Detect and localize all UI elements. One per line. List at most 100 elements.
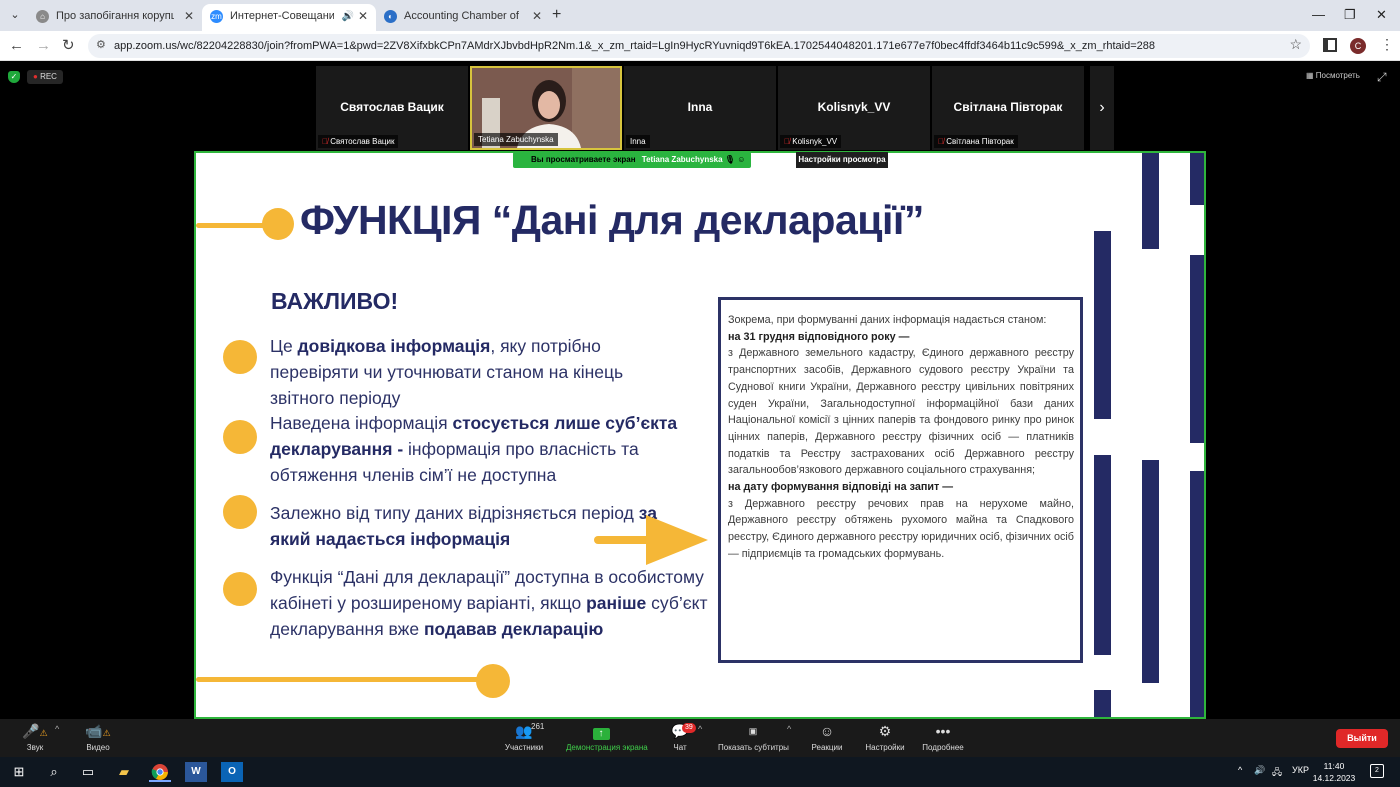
microphone-icon: 🎤 [22, 723, 40, 739]
tab-title: Accounting Chamber of Ukraine [404, 10, 522, 22]
video-label: Видео [86, 743, 110, 752]
participant-label: 🎙̸ Світлана Півторак [934, 135, 1018, 148]
browser-tab-strip: ⌄ ⌂ Про запобігання корупції | від ✕ zm … [0, 0, 1400, 31]
view-button[interactable]: ▦ Посмотреть [1306, 71, 1360, 80]
chat-options-caret-icon[interactable]: ^ [698, 724, 702, 734]
viewing-banner: Вы просматриваете экран Tetiana Zabuchyn… [513, 152, 752, 168]
decor-bar [1094, 690, 1111, 717]
audio-button[interactable]: 🎤⚠ Звук [0, 723, 70, 752]
browser-tab-zoom[interactable]: zm Интернет-Совещание Zoom 🔊 ✕ [202, 4, 376, 31]
site-settings-icon[interactable]: ⚙ [96, 38, 106, 51]
word-icon[interactable]: W [185, 762, 207, 782]
bullet-dot [223, 572, 257, 606]
notifications-icon[interactable]: 2 [1370, 764, 1384, 778]
task-view-icon[interactable]: ▭ [77, 762, 99, 782]
slide-important-heading: ВАЖЛИВО! [271, 288, 399, 314]
bullet-dot [223, 420, 257, 454]
video-button[interactable]: 📹⚠ Видео [63, 723, 133, 752]
close-window-icon[interactable]: ✕ [1376, 6, 1387, 24]
omnibox[interactable]: ⚙ app.zoom.us/wc/82204228830/join?fromPW… [88, 34, 1310, 58]
tab-close-icon[interactable]: ✕ [532, 4, 542, 29]
outlook-icon[interactable]: O [221, 762, 243, 782]
minimize-icon[interactable]: — [1312, 6, 1325, 24]
decor-bar [1094, 455, 1111, 655]
participant-name: Kolisnyk_VV [817, 100, 891, 114]
video-camera-icon: 📹 [85, 723, 103, 739]
network-icon[interactable]: 🖧 [1272, 765, 1282, 781]
smile-icon: ☺ [737, 155, 746, 164]
video-tile[interactable]: Світлана Півторак 🎙̸ Світлана Півторак [932, 66, 1084, 150]
reload-icon[interactable]: ↻ [62, 36, 75, 56]
speaker-icon[interactable]: 🔊 [342, 4, 354, 29]
video-tile[interactable]: Святослав Вацик 🎙̸ Святослав Вацик [316, 66, 468, 150]
clock[interactable]: 11:40 14.12.2023 [1312, 760, 1356, 784]
forward-icon[interactable]: → [36, 36, 51, 56]
back-icon[interactable]: ← [9, 36, 24, 56]
bookmark-star-icon[interactable]: ☆ [1289, 36, 1302, 53]
view-settings-button[interactable]: Настройки просмотра [796, 152, 888, 168]
rec-label: REC [40, 72, 57, 81]
info-paragraph: з Державного земельного кадастру, Єдиног… [728, 347, 1074, 477]
participant-label: Inna [626, 135, 650, 148]
mic-muted-icon: 🎙̸ [322, 137, 328, 146]
zoom-top-area: ✓ ● REC Святослав Вацик 🎙̸ Святослав Вац… [0, 62, 1400, 150]
chrome-icon[interactable] [149, 762, 171, 782]
chat-label: Чат [673, 743, 687, 752]
next-page-icon[interactable]: › [1090, 66, 1114, 150]
tab-close-icon[interactable]: ✕ [358, 4, 368, 29]
banner-text: Вы просматриваете экран [531, 155, 636, 164]
info-heading: на 31 грудня відповідного року — [728, 330, 910, 343]
windows-start-icon[interactable]: ⊞ [8, 762, 30, 782]
browser-tab-accounting[interactable]: ◐ Accounting Chamber of Ukraine ✕ [376, 4, 550, 31]
side-panel-icon[interactable] [1323, 38, 1337, 52]
browser-menu-icon[interactable]: ⋮ [1380, 36, 1394, 53]
right-arrow-icon [646, 515, 708, 565]
share-label: Демонстрация экрана [566, 743, 648, 752]
video-tile[interactable]: Inna Inna [624, 66, 776, 150]
warning-icon: ⚠ [39, 728, 48, 738]
more-button[interactable]: ••• Подробнее [908, 723, 978, 752]
new-tab-icon[interactable]: + [552, 6, 561, 24]
grid-icon: ▦ [1306, 71, 1316, 80]
address-bar-row: ← → ↻ ⚙ app.zoom.us/wc/82204228830/join?… [0, 31, 1400, 61]
captions-label: Показать субтитры [718, 743, 789, 752]
tab-close-icon[interactable]: ✕ [184, 4, 194, 29]
browser-tab-corruption[interactable]: ⌂ Про запобігання корупції | від ✕ [28, 4, 202, 31]
more-dots-icon: ••• [935, 723, 951, 739]
captions-options-caret-icon[interactable]: ^ [787, 724, 791, 734]
zoom-toolbar: 🎤⚠ Звук ^ 📹⚠ Видео 👥 261 Участники ↑ Дем… [0, 719, 1400, 757]
chat-button[interactable]: 💬 39 Чат [645, 723, 715, 752]
chat-icon: 💬 [671, 723, 689, 739]
audio-options-caret-icon[interactable]: ^ [55, 724, 59, 734]
profile-avatar[interactable]: C [1350, 38, 1366, 54]
captions-button[interactable]: ▣ Показать субтитры [718, 723, 789, 752]
video-tile[interactable]: Kolisnyk_VV 🎙̸ Kolisnyk_VV [778, 66, 930, 150]
volume-icon[interactable]: 🔊 [1254, 765, 1265, 776]
video-tile-active-speaker[interactable]: Tetiana Zabuchynska [470, 66, 622, 150]
windows-taskbar: ⊞ ⌕ ▭ ▰ W O ^ 🔊 🖧 УКР 11:40 14.12.2023 2 [0, 757, 1400, 787]
participants-button[interactable]: 👥 261 Участники [489, 722, 559, 752]
tray-overflow-icon[interactable]: ^ [1238, 765, 1242, 775]
tab-title: Про запобігання корупції | від [56, 10, 174, 22]
bullet-text: Це довідкова інформація, яку потрібно пе… [270, 336, 624, 408]
share-screen-button[interactable]: ↑ Демонстрация экрана [566, 723, 648, 752]
mic-icon: 🎙 [724, 155, 738, 164]
url-text: app.zoom.us/wc/82204228830/join?fromPWA=… [114, 40, 1155, 52]
fullscreen-icon[interactable]: ⤢ [1377, 70, 1387, 85]
language-indicator[interactable]: УКР [1292, 765, 1309, 775]
participant-name: Святослав Вацик [340, 100, 444, 114]
restore-icon[interactable]: ❐ [1344, 6, 1356, 24]
chat-badge: 39 [682, 723, 696, 733]
tab-search-chevron-icon[interactable]: ⌄ [6, 6, 24, 24]
mic-muted-icon: 🎙̸ [784, 137, 790, 146]
bullet-text: Наведена інформація стосується лише суб’… [270, 413, 678, 485]
participant-label: 🎙̸ Kolisnyk_VV [780, 135, 842, 148]
recording-badge: ● REC [27, 70, 63, 84]
file-explorer-icon[interactable]: ▰ [113, 762, 135, 782]
shield-icon[interactable]: ✓ [8, 71, 20, 83]
search-icon[interactable]: ⌕ [43, 762, 65, 782]
info-lead: Зокрема, при формуванні даних інформація… [728, 314, 1047, 326]
leave-button[interactable]: Выйти [1336, 729, 1388, 748]
bullet-dot [223, 340, 257, 374]
shared-screen: ФУНКЦІЯ “Дані для декларації” ВАЖЛИВО! Ц… [194, 151, 1206, 719]
